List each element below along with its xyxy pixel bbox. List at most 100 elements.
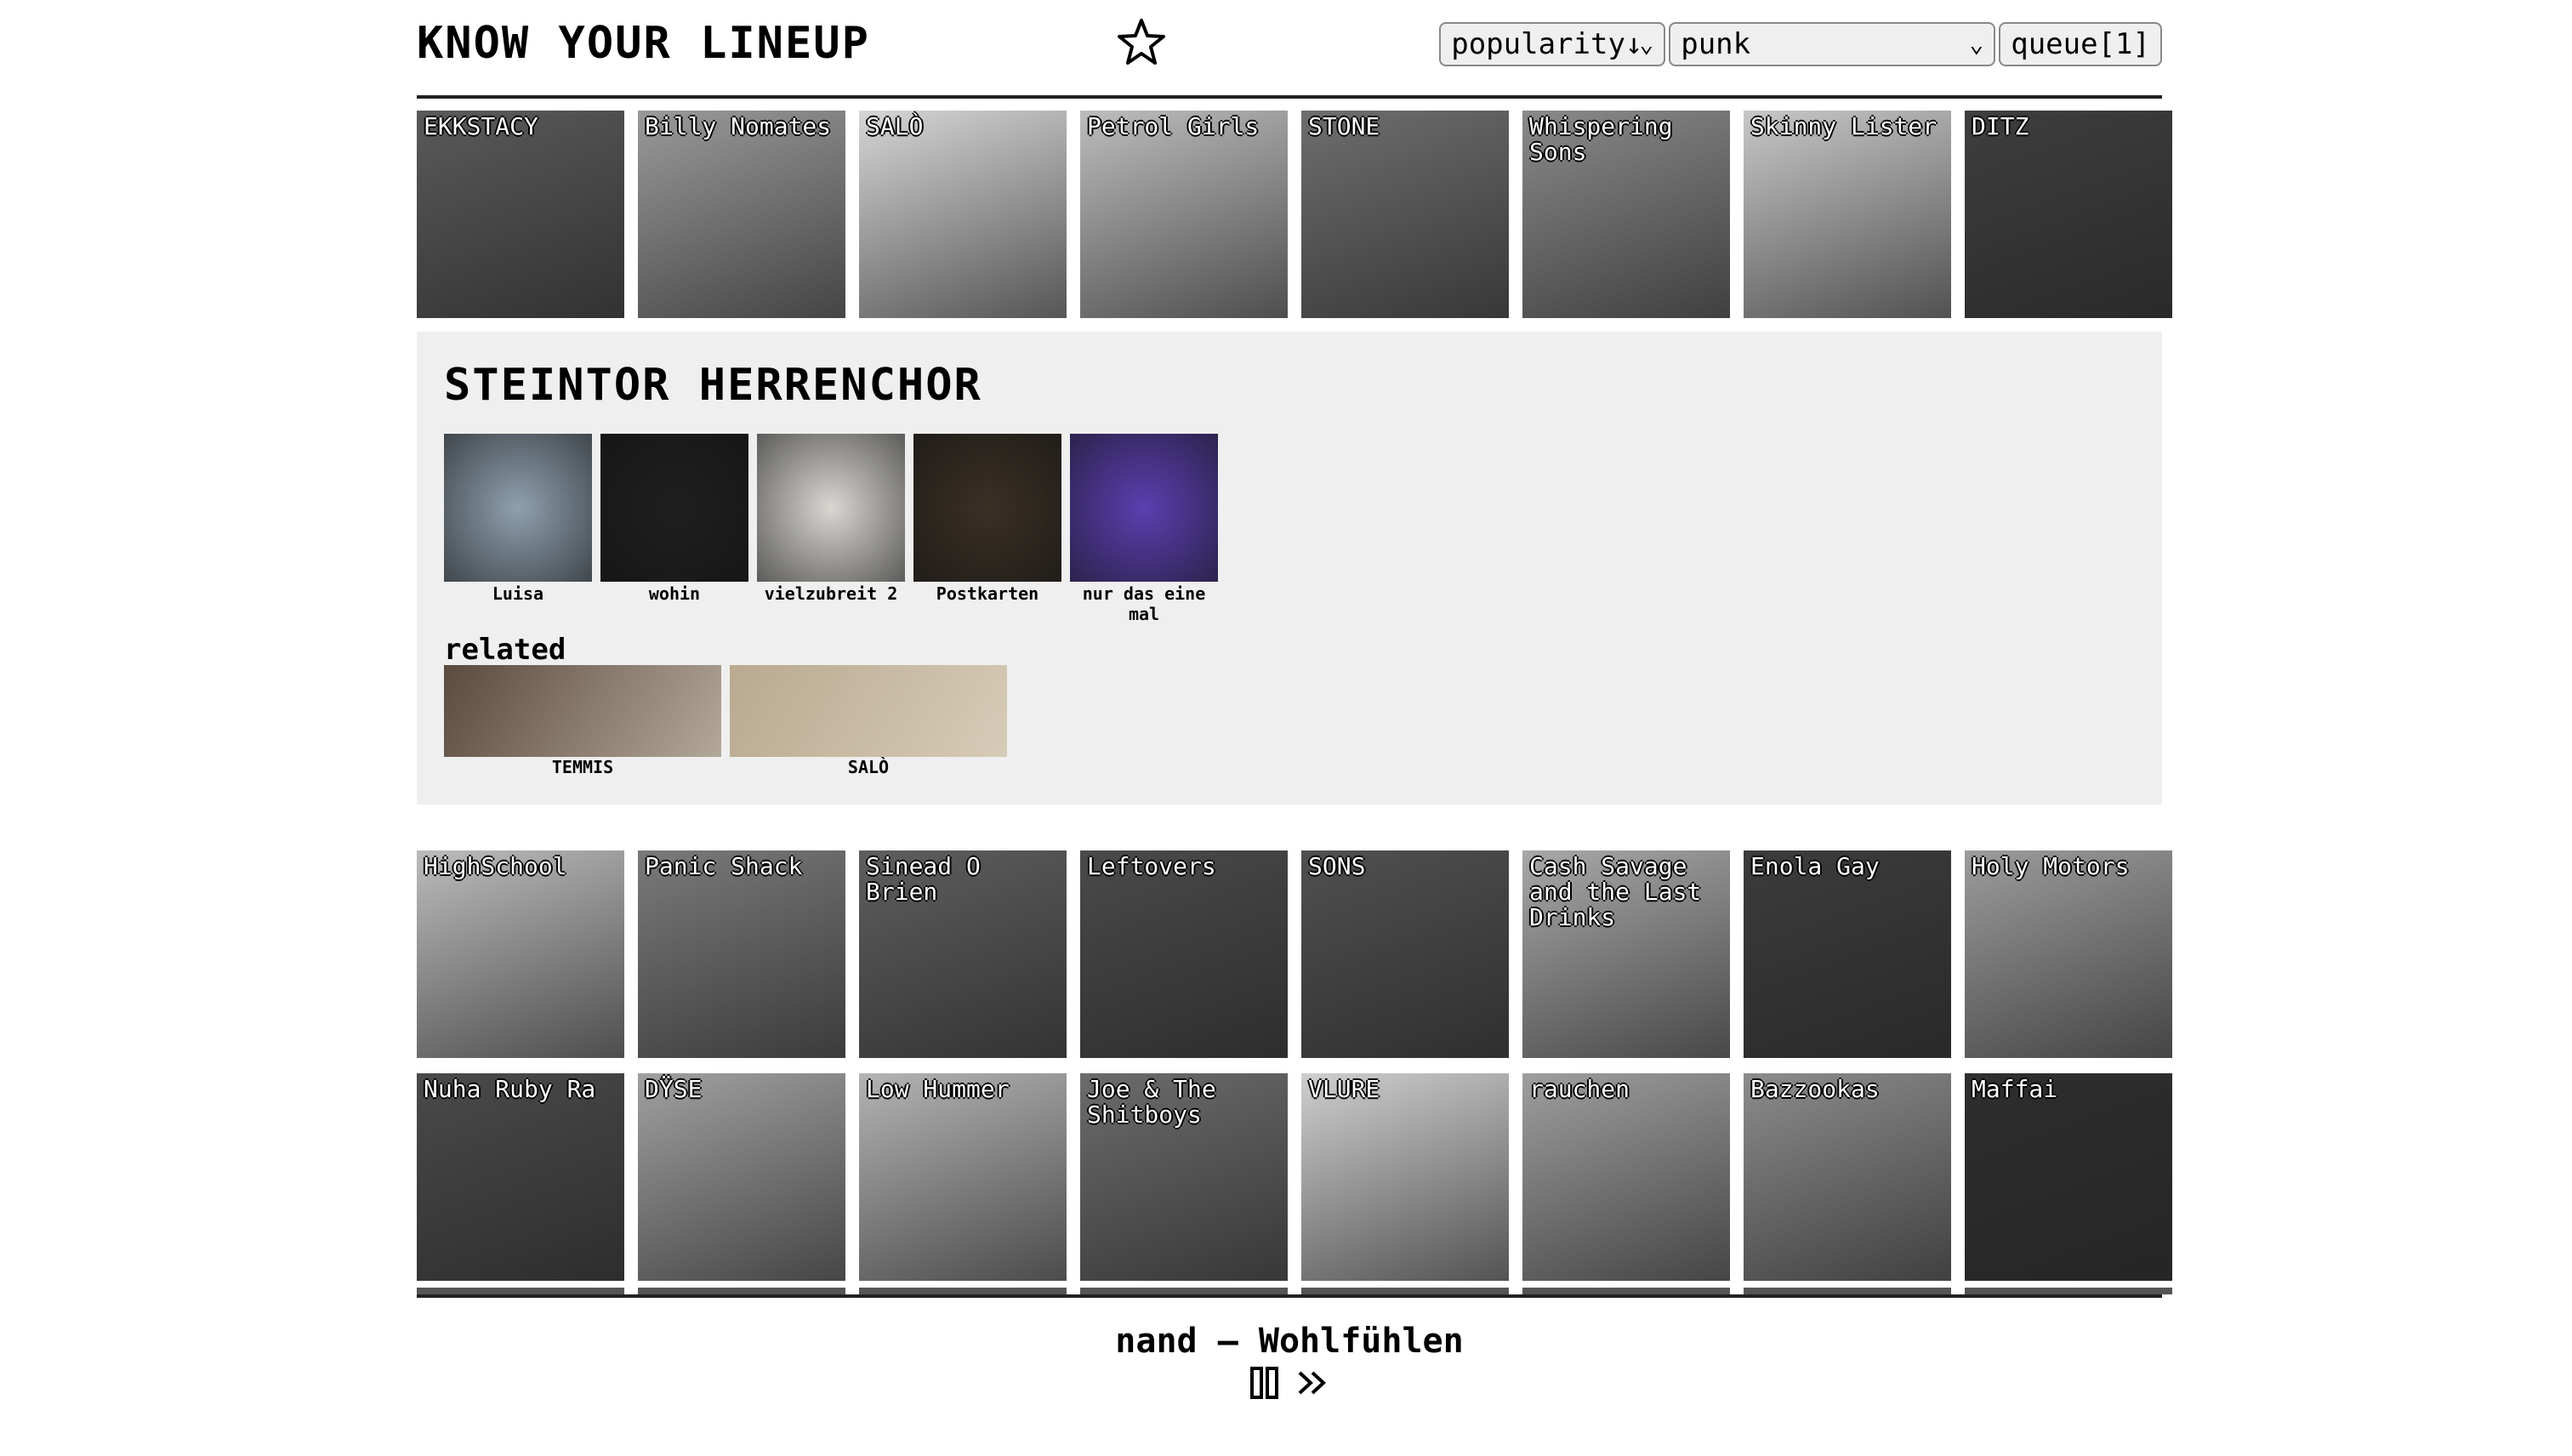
artist-tile-peek — [417, 1288, 624, 1294]
album-item[interactable]: Postkarten — [913, 434, 1061, 604]
artist-tile-label: SALÒ — [866, 112, 924, 140]
pause-icon[interactable] — [1249, 1366, 1280, 1403]
artist-tile-label: DITZ — [1972, 112, 2029, 140]
artist-tile-label: Petrol Girls — [1087, 112, 1260, 140]
artist-tile-label: Nuha Ruby Ra — [424, 1075, 596, 1103]
related-artist-name: SALÒ — [847, 757, 890, 777]
header: KNOW YOUR LINEUP popularity↓ ⌄ punk ⌄ qu… — [417, 0, 2162, 99]
artist-row: Nuha Ruby Ra DŸSE Low Hummer Joe & The Shit… — [417, 1073, 2172, 1281]
artist-tile-label: STONE — [1308, 112, 1380, 140]
artist-tile-label: Panic Shack — [645, 852, 803, 880]
album-item[interactable]: wohin — [600, 434, 748, 604]
album-title: vielzubreit 2 — [764, 583, 898, 604]
artist-tile[interactable]: VLURE — [1301, 1073, 1509, 1281]
artist-tile[interactable]: rauchen — [1522, 1073, 1730, 1281]
artist-tile[interactable]: STONE — [1301, 111, 1509, 318]
skip-forward-icon[interactable] — [1295, 1366, 1329, 1403]
artist-tile[interactable]: Cash Savage and the Last Drinks — [1522, 850, 1730, 1058]
artist-detail-name: STEINTOR HERRENCHOR — [444, 360, 982, 411]
album-title: Luisa — [492, 583, 544, 604]
artist-tile[interactable]: Joe & The Shitboys — [1080, 1073, 1288, 1281]
album-title: wohin — [648, 583, 701, 604]
artist-tile-peek — [1744, 1288, 1951, 1294]
artist-row-top: EKKSTACY Billy Nomates SALÒ Petrol Girls STO… — [417, 111, 2172, 318]
related-artist-image — [444, 665, 721, 757]
chevron-down-icon: ⌄ — [1969, 30, 1984, 58]
album-item[interactable]: vielzubreit 2 — [757, 434, 905, 604]
sort-select[interactable]: popularity↓ ⌄ — [1439, 22, 1666, 66]
artist-detail-panel: STEINTOR HERRENCHOR Luisa wohin vielzubrei… — [417, 332, 2162, 805]
player-controls — [417, 1366, 2162, 1403]
artist-tile-peek — [638, 1288, 845, 1294]
album-title: nur das eine mal — [1082, 583, 1206, 624]
page-title: KNOW YOUR LINEUP — [417, 18, 870, 69]
artist-tile-label: Skinny Lister — [1750, 112, 1938, 140]
sort-select-value: popularity↓ — [1451, 27, 1643, 61]
artist-tile[interactable]: Skinny Lister — [1744, 111, 1951, 318]
artist-tile-label: Leftovers — [1087, 852, 1216, 880]
artist-tile-label: Low Hummer — [866, 1075, 1010, 1103]
artist-tile-label: rauchen — [1529, 1075, 1630, 1103]
artist-tile-peek — [1965, 1288, 2172, 1294]
artist-tile-label: Joe & The Shitboys — [1087, 1075, 1216, 1129]
genre-select[interactable]: punk ⌄ — [1669, 22, 1996, 66]
artist-tile-label: Holy Motors — [1972, 852, 2130, 880]
artist-tile-label: Bazzookas — [1750, 1075, 1880, 1103]
album-cover — [1070, 434, 1218, 582]
artist-tile[interactable]: Holy Motors — [1965, 850, 2172, 1058]
artist-tile[interactable]: Whispering Sons — [1522, 111, 1730, 318]
header-controls: popularity↓ ⌄ punk ⌄ queue[1] — [1439, 22, 2162, 66]
artist-tile[interactable]: SALÒ — [859, 111, 1067, 318]
artist-tile-label: HighSchool — [424, 852, 567, 880]
related-heading: related — [444, 633, 566, 667]
artist-tile-label: Maffai — [1972, 1075, 2058, 1103]
related-artist[interactable]: TEMMIS — [444, 665, 721, 777]
artist-tile-label: Whispering Sons — [1529, 112, 1673, 166]
star-outline-icon[interactable] — [1114, 15, 1169, 70]
artist-tile[interactable]: HighSchool — [417, 850, 624, 1058]
artist-tile-label: EKKSTACY — [424, 112, 538, 140]
app: KNOW YOUR LINEUP popularity↓ ⌄ punk ⌄ qu… — [417, 0, 2172, 1456]
artist-tile-peek — [1301, 1288, 1509, 1294]
artist-tile[interactable]: Panic Shack — [638, 850, 845, 1058]
artist-tile[interactable]: EKKSTACY — [417, 111, 624, 318]
player: nand – Wohlfühlen — [417, 1320, 2162, 1403]
artist-tile-peek — [1080, 1288, 1288, 1294]
album-cover — [600, 434, 748, 582]
artist-tile[interactable]: Petrol Girls — [1080, 111, 1288, 318]
artist-tile-label: Billy Nomates — [645, 112, 832, 140]
album-cover — [757, 434, 905, 582]
album-item[interactable]: Luisa — [444, 434, 592, 604]
artist-tile[interactable]: Low Hummer — [859, 1073, 1067, 1281]
artist-tile-label: DŸSE — [645, 1075, 703, 1103]
artist-row: HighSchool Panic Shack Sinead O Brien Lefto… — [417, 850, 2172, 1058]
related-artist-image — [730, 665, 1007, 757]
artist-tile[interactable]: Billy Nomates — [638, 111, 845, 318]
artist-tile-peek — [1522, 1288, 1730, 1294]
artist-tile-label: Cash Savage and the Last Drinks — [1529, 852, 1702, 931]
artist-tile[interactable]: Nuha Ruby Ra — [417, 1073, 624, 1281]
artist-tile[interactable]: SONS — [1301, 850, 1509, 1058]
now-playing: nand – Wohlfühlen — [1115, 1322, 1464, 1361]
artist-tile[interactable]: Bazzookas — [1744, 1073, 1951, 1281]
album-cover — [444, 434, 592, 582]
artist-tile[interactable]: Leftovers — [1080, 850, 1288, 1058]
artist-tile[interactable]: Enola Gay — [1744, 850, 1951, 1058]
genre-select-value: punk — [1681, 27, 1751, 61]
artist-tile[interactable]: DITZ — [1965, 111, 2172, 318]
queue-button[interactable]: queue[1] — [1999, 22, 2162, 66]
related-artist[interactable]: SALÒ — [730, 665, 1007, 777]
artist-tile-label: Sinead O Brien — [866, 852, 981, 906]
related-artist-name: TEMMIS — [551, 757, 614, 777]
chevron-down-icon: ⌄ — [1639, 30, 1654, 58]
artist-tile[interactable]: Sinead O Brien — [859, 850, 1067, 1058]
album-cover — [913, 434, 1061, 582]
album-item[interactable]: nur das eine mal — [1070, 434, 1218, 624]
grid-bottom-divider — [417, 1294, 2162, 1298]
artist-tile-peek — [859, 1288, 1067, 1294]
artist-tile-label: SONS — [1308, 852, 1366, 880]
artist-tile-label: Enola Gay — [1750, 852, 1880, 880]
album-title: Postkarten — [936, 583, 1039, 604]
artist-tile[interactable]: Maffai — [1965, 1073, 2172, 1281]
artist-tile[interactable]: DŸSE — [638, 1073, 845, 1281]
